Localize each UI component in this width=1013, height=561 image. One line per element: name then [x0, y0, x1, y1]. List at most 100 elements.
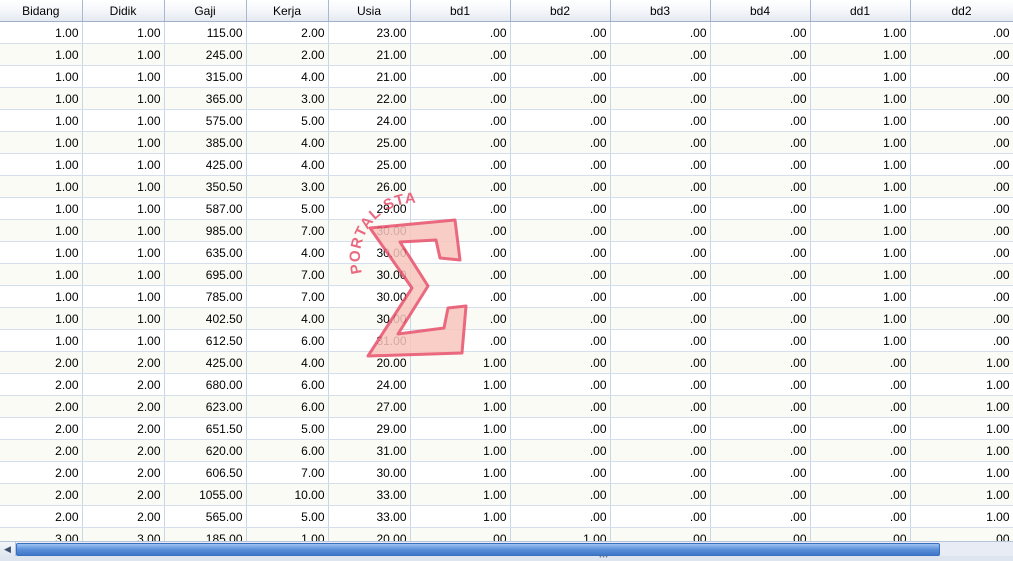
cell-kerja[interactable]: 4.00: [246, 241, 329, 264]
cell-dd2[interactable]: 1.00: [910, 505, 1013, 528]
cell-kerja[interactable]: 7.00: [246, 285, 329, 308]
cell-dd1[interactable]: .00: [810, 505, 911, 528]
cell-bd3[interactable]: .00: [610, 131, 711, 154]
cell-dd1[interactable]: .00: [810, 373, 911, 396]
cell-usia[interactable]: 30.00: [328, 219, 411, 242]
cell-dd1[interactable]: 1.00: [810, 329, 911, 352]
cell-bd1[interactable]: 1.00: [410, 373, 511, 396]
cell-bd2[interactable]: .00: [510, 329, 611, 352]
cell-bd1[interactable]: 1.00: [410, 351, 511, 374]
cell-usia[interactable]: 33.00: [328, 483, 411, 506]
cell-didik[interactable]: 1.00: [82, 329, 165, 352]
cell-bd4[interactable]: .00: [710, 307, 811, 330]
cell-bidang[interactable]: 1.00: [0, 65, 83, 88]
cell-dd2[interactable]: .00: [910, 87, 1013, 110]
cell-bidang[interactable]: 1.00: [0, 153, 83, 176]
cell-usia[interactable]: 30.00: [328, 461, 411, 484]
cell-bd2[interactable]: .00: [510, 65, 611, 88]
cell-usia[interactable]: 23.00: [328, 21, 411, 44]
cell-bd3[interactable]: .00: [610, 483, 711, 506]
cell-bd3[interactable]: .00: [610, 65, 711, 88]
cell-dd1[interactable]: 1.00: [810, 219, 911, 242]
cell-bd2[interactable]: .00: [510, 21, 611, 44]
cell-bd1[interactable]: 1.00: [410, 439, 511, 462]
cell-bd2[interactable]: .00: [510, 241, 611, 264]
column-header-didik[interactable]: Didik: [82, 0, 165, 22]
cell-usia[interactable]: 25.00: [328, 153, 411, 176]
cell-gaji[interactable]: 985.00: [164, 219, 247, 242]
cell-bd3[interactable]: .00: [610, 153, 711, 176]
cell-kerja[interactable]: 7.00: [246, 263, 329, 286]
cell-didik[interactable]: 1.00: [82, 153, 165, 176]
cell-bidang[interactable]: 1.00: [0, 87, 83, 110]
cell-didik[interactable]: 1.00: [82, 109, 165, 132]
column-header-bd4[interactable]: bd4: [710, 0, 811, 22]
cell-dd2[interactable]: .00: [910, 527, 1013, 541]
cell-gaji[interactable]: 620.00: [164, 439, 247, 462]
cell-usia[interactable]: 24.00: [328, 373, 411, 396]
cell-didik[interactable]: 1.00: [82, 21, 165, 44]
cell-bd1[interactable]: .00: [410, 87, 511, 110]
cell-dd2[interactable]: 1.00: [910, 417, 1013, 440]
cell-gaji[interactable]: 385.00: [164, 131, 247, 154]
cell-bd2[interactable]: .00: [510, 395, 611, 418]
cell-dd1[interactable]: .00: [810, 395, 911, 418]
cell-bd1[interactable]: 1.00: [410, 461, 511, 484]
cell-gaji[interactable]: 680.00: [164, 373, 247, 396]
cell-gaji[interactable]: 785.00: [164, 285, 247, 308]
cell-didik[interactable]: 1.00: [82, 43, 165, 66]
cell-usia[interactable]: 33.00: [328, 505, 411, 528]
cell-bidang[interactable]: 2.00: [0, 417, 83, 440]
cell-gaji[interactable]: 635.00: [164, 241, 247, 264]
cell-usia[interactable]: 22.00: [328, 87, 411, 110]
cell-gaji[interactable]: 612.50: [164, 329, 247, 352]
cell-bd4[interactable]: .00: [710, 505, 811, 528]
cell-bidang[interactable]: 3.00: [0, 527, 83, 541]
cell-kerja[interactable]: 10.00: [246, 483, 329, 506]
cell-kerja[interactable]: 5.00: [246, 109, 329, 132]
cell-dd2[interactable]: .00: [910, 241, 1013, 264]
cell-dd2[interactable]: .00: [910, 307, 1013, 330]
cell-bd1[interactable]: .00: [410, 263, 511, 286]
cell-bd1[interactable]: 1.00: [410, 417, 511, 440]
cell-usia[interactable]: 31.00: [328, 329, 411, 352]
cell-bd3[interactable]: .00: [610, 175, 711, 198]
column-header-bd3[interactable]: bd3: [610, 0, 711, 22]
cell-bd4[interactable]: .00: [710, 219, 811, 242]
column-header-dd2[interactable]: dd2: [910, 0, 1013, 22]
cell-bd3[interactable]: .00: [610, 395, 711, 418]
cell-usia[interactable]: 30.00: [328, 307, 411, 330]
cell-usia[interactable]: 20.00: [328, 527, 411, 541]
cell-bd2[interactable]: .00: [510, 439, 611, 462]
cell-bd3[interactable]: .00: [610, 373, 711, 396]
cell-bd4[interactable]: .00: [710, 263, 811, 286]
cell-bd4[interactable]: .00: [710, 527, 811, 541]
cell-bd4[interactable]: .00: [710, 241, 811, 264]
cell-bd4[interactable]: .00: [710, 417, 811, 440]
cell-usia[interactable]: 30.00: [328, 263, 411, 286]
cell-dd2[interactable]: 1.00: [910, 373, 1013, 396]
cell-didik[interactable]: 1.00: [82, 307, 165, 330]
cell-bd3[interactable]: .00: [610, 21, 711, 44]
cell-bidang[interactable]: 2.00: [0, 461, 83, 484]
cell-gaji[interactable]: 651.50: [164, 417, 247, 440]
cell-bd2[interactable]: .00: [510, 351, 611, 374]
cell-bidang[interactable]: 2.00: [0, 395, 83, 418]
column-header-kerja[interactable]: Kerja: [246, 0, 329, 22]
cell-dd1[interactable]: .00: [810, 461, 911, 484]
cell-kerja[interactable]: 6.00: [246, 373, 329, 396]
cell-bd4[interactable]: .00: [710, 351, 811, 374]
cell-bd3[interactable]: .00: [610, 219, 711, 242]
column-header-dd1[interactable]: dd1: [810, 0, 911, 22]
cell-bidang[interactable]: 1.00: [0, 329, 83, 352]
cell-dd1[interactable]: .00: [810, 439, 911, 462]
cell-bd1[interactable]: .00: [410, 285, 511, 308]
cell-bd4[interactable]: .00: [710, 153, 811, 176]
cell-bd4[interactable]: .00: [710, 65, 811, 88]
cell-bd2[interactable]: .00: [510, 131, 611, 154]
cell-dd1[interactable]: 1.00: [810, 197, 911, 220]
cell-bd1[interactable]: 1.00: [410, 483, 511, 506]
cell-dd2[interactable]: .00: [910, 285, 1013, 308]
cell-bd1[interactable]: .00: [410, 65, 511, 88]
cell-kerja[interactable]: 7.00: [246, 219, 329, 242]
